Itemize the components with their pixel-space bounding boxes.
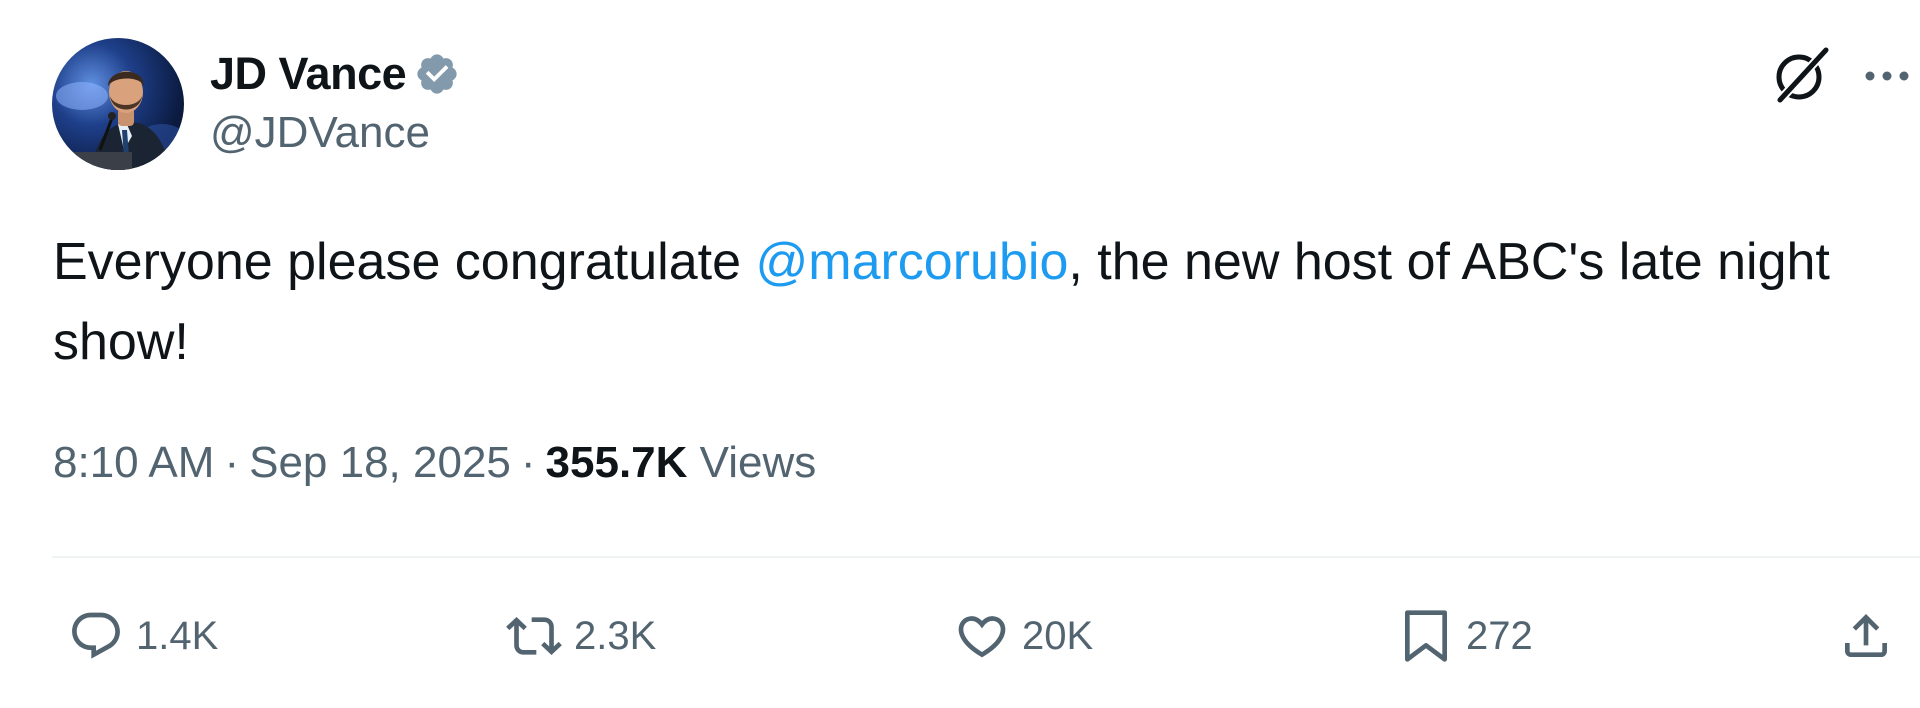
verified-badge-icon[interactable] bbox=[414, 51, 460, 97]
more-options-icon[interactable] bbox=[1860, 46, 1916, 102]
tweet-meta: 8:10 AM · Sep 18, 2025 · 355.7K Views bbox=[53, 438, 816, 488]
repost-icon bbox=[506, 608, 562, 664]
tweet-card: JD Vance @JDVance Everyone please congra… bbox=[0, 0, 1920, 708]
tweet-time[interactable]: 8:10 AM bbox=[53, 438, 214, 487]
avatar-image bbox=[52, 38, 184, 170]
share-icon bbox=[1838, 608, 1894, 664]
reply-count: 1.4K bbox=[136, 613, 219, 658]
bookmark-count: 272 bbox=[1466, 613, 1533, 658]
name-row: JD Vance bbox=[210, 46, 460, 102]
share-button[interactable] bbox=[1838, 600, 1894, 672]
author-display-name[interactable]: JD Vance bbox=[210, 48, 407, 100]
meta-separator: · bbox=[520, 438, 536, 487]
author-handle[interactable]: @JDVance bbox=[210, 108, 460, 158]
tweet-text: Everyone please congratulate @marcorubio… bbox=[53, 222, 1893, 382]
grok-icon[interactable] bbox=[1770, 44, 1832, 106]
author-block: JD Vance @JDVance bbox=[210, 46, 460, 158]
tweet-date[interactable]: Sep 18, 2025 bbox=[249, 438, 511, 487]
meta-separator: · bbox=[224, 438, 240, 487]
mention-link[interactable]: @marcorubio bbox=[755, 233, 1068, 291]
like-button[interactable]: 20K bbox=[954, 600, 1093, 672]
like-count: 20K bbox=[1022, 613, 1094, 658]
views-label: Views bbox=[699, 438, 817, 487]
author-avatar[interactable] bbox=[52, 38, 184, 170]
reply-button[interactable]: 1.4K bbox=[68, 600, 218, 672]
like-icon bbox=[954, 608, 1010, 664]
bookmark-button[interactable]: 272 bbox=[1398, 600, 1533, 672]
views-count: 355.7K bbox=[545, 438, 688, 487]
reply-icon bbox=[68, 608, 124, 664]
divider bbox=[52, 556, 1920, 558]
bookmark-icon bbox=[1398, 604, 1454, 668]
repost-button[interactable]: 2.3K bbox=[506, 600, 656, 672]
repost-count: 2.3K bbox=[574, 613, 657, 658]
tweet-text-before: Everyone please congratulate bbox=[53, 233, 756, 291]
